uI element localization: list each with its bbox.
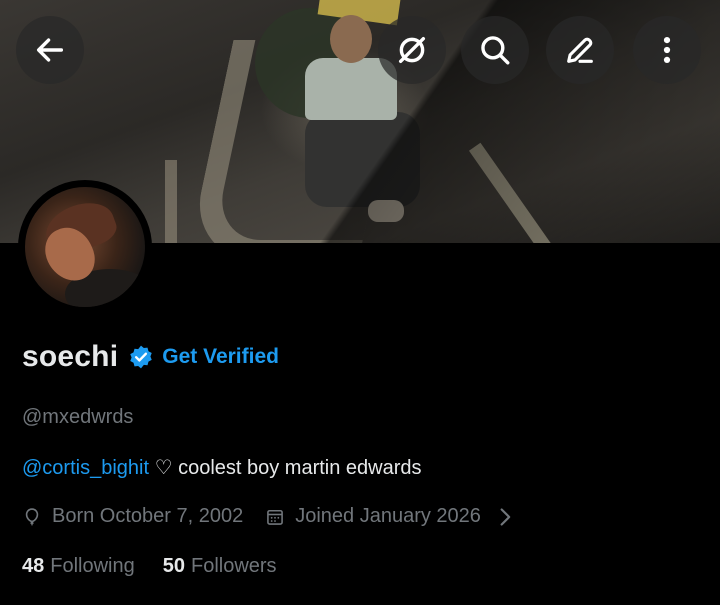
birthday-item: Born October 7, 2002: [22, 505, 243, 528]
back-arrow-icon: [36, 38, 64, 62]
name-row: soechi Get Verified: [22, 340, 279, 374]
profile-stats-row: 48 Following 50 Followers: [22, 555, 277, 578]
profile-handle: @mxedwrds: [22, 406, 134, 428]
edit-pencil-icon: [567, 37, 593, 63]
edit-button[interactable]: [546, 16, 614, 84]
search-button[interactable]: [461, 16, 529, 84]
verified-badge-icon[interactable]: [128, 344, 154, 370]
following-label: Following: [50, 555, 135, 577]
followers-count: 50: [162, 555, 185, 577]
bio-mention-link[interactable]: @cortis_bighit: [22, 457, 149, 479]
profile-meta-row: Born October 7, 2002 Joined January 2026: [22, 505, 515, 528]
following-count: 48: [22, 555, 45, 577]
profile-bio: @cortis_bighit ♡ coolest boy martin edwa…: [22, 455, 422, 480]
avatar-image: [25, 187, 145, 307]
followers-label: Followers: [190, 555, 277, 577]
bio-text: ♡ coolest boy martin edwards: [149, 457, 422, 479]
avatar[interactable]: [18, 180, 152, 314]
chevron-right-icon[interactable]: [495, 507, 515, 527]
birthday-text: Born October 7, 2002: [52, 505, 244, 527]
grok-icon: [398, 36, 426, 64]
display-name: soechi: [22, 340, 119, 373]
more-vertical-icon: [663, 36, 671, 64]
following-link[interactable]: 48 Following: [22, 555, 135, 578]
followers-link[interactable]: 50 Followers: [163, 555, 277, 578]
back-button[interactable]: [16, 16, 84, 84]
more-button[interactable]: [633, 16, 701, 84]
joined-item: Joined January 2026: [265, 505, 481, 528]
search-icon: [481, 36, 510, 65]
get-verified-link[interactable]: Get Verified: [162, 345, 279, 369]
calendar-icon: [267, 509, 284, 525]
joined-text: Joined January 2026: [295, 505, 481, 527]
balloon-icon: [25, 507, 39, 525]
grok-button[interactable]: [378, 16, 446, 84]
